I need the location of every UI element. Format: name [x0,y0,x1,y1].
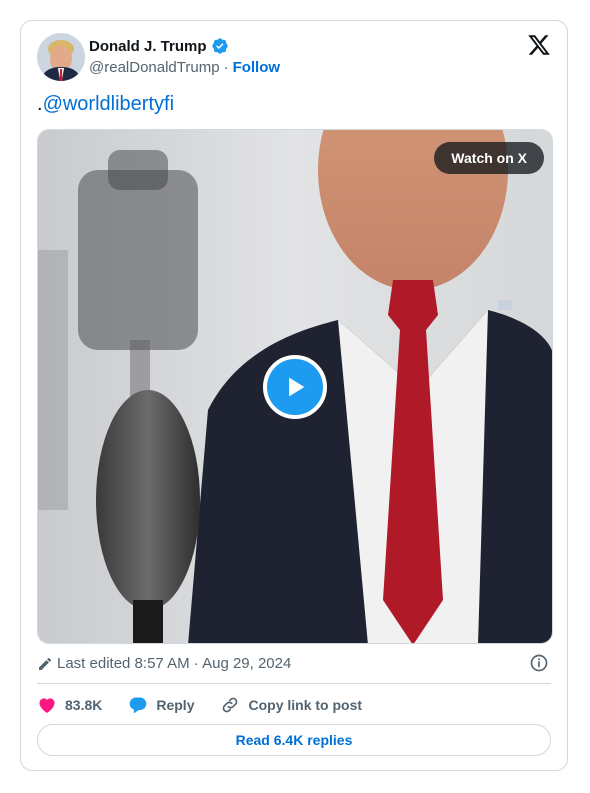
copy-link-button[interactable]: Copy link to post [220,695,362,715]
mention-link[interactable]: @worldlibertyfi [43,93,174,115]
author-display-name[interactable]: Donald J. Trump [89,38,207,55]
reply-button[interactable]: Reply [128,695,194,715]
avatar[interactable] [37,33,85,81]
video-thumbnail[interactable]: Watch on X [37,129,553,644]
heart-icon [39,698,55,713]
tweet-embed-card: Donald J. Trump @realDonaldTrump · Follow … [20,20,568,771]
copy-link-label: Copy link to post [248,697,363,713]
read-replies-button[interactable]: Read 6.4K replies [37,724,551,756]
edited-timestamp[interactable]: Last edited 8:57 AM · Aug 29, 2024 [57,655,291,672]
handle-separator: · [223,59,229,76]
play-button[interactable] [263,355,327,419]
play-icon [289,377,305,397]
reply-label: Reply [156,697,195,713]
author-handle[interactable]: @realDonaldTrump [89,59,220,76]
action-bar: 83.8K Reply Copy link to post [37,693,388,717]
reply-bubble-icon [130,697,147,714]
author-name-row: Donald J. Trump [89,37,229,55]
edit-info: Last edited 8:57 AM · Aug 29, 2024 [37,655,291,672]
link-icon [223,697,238,713]
author-handle-row: @realDonaldTrump · Follow [89,59,280,76]
x-logo-icon[interactable] [527,33,551,57]
info-icon[interactable] [529,653,549,673]
watch-on-x-button[interactable]: Watch on X [434,142,544,174]
pencil-icon [39,657,52,670]
avatar-image [37,33,85,81]
like-count: 83.8K [65,697,103,713]
follow-button[interactable]: Follow [233,59,281,76]
verified-badge-icon [211,38,228,54]
divider [37,683,551,684]
like-button[interactable]: 83.8K [37,695,102,715]
tweet-text: .@worldlibertyfi [37,93,174,116]
